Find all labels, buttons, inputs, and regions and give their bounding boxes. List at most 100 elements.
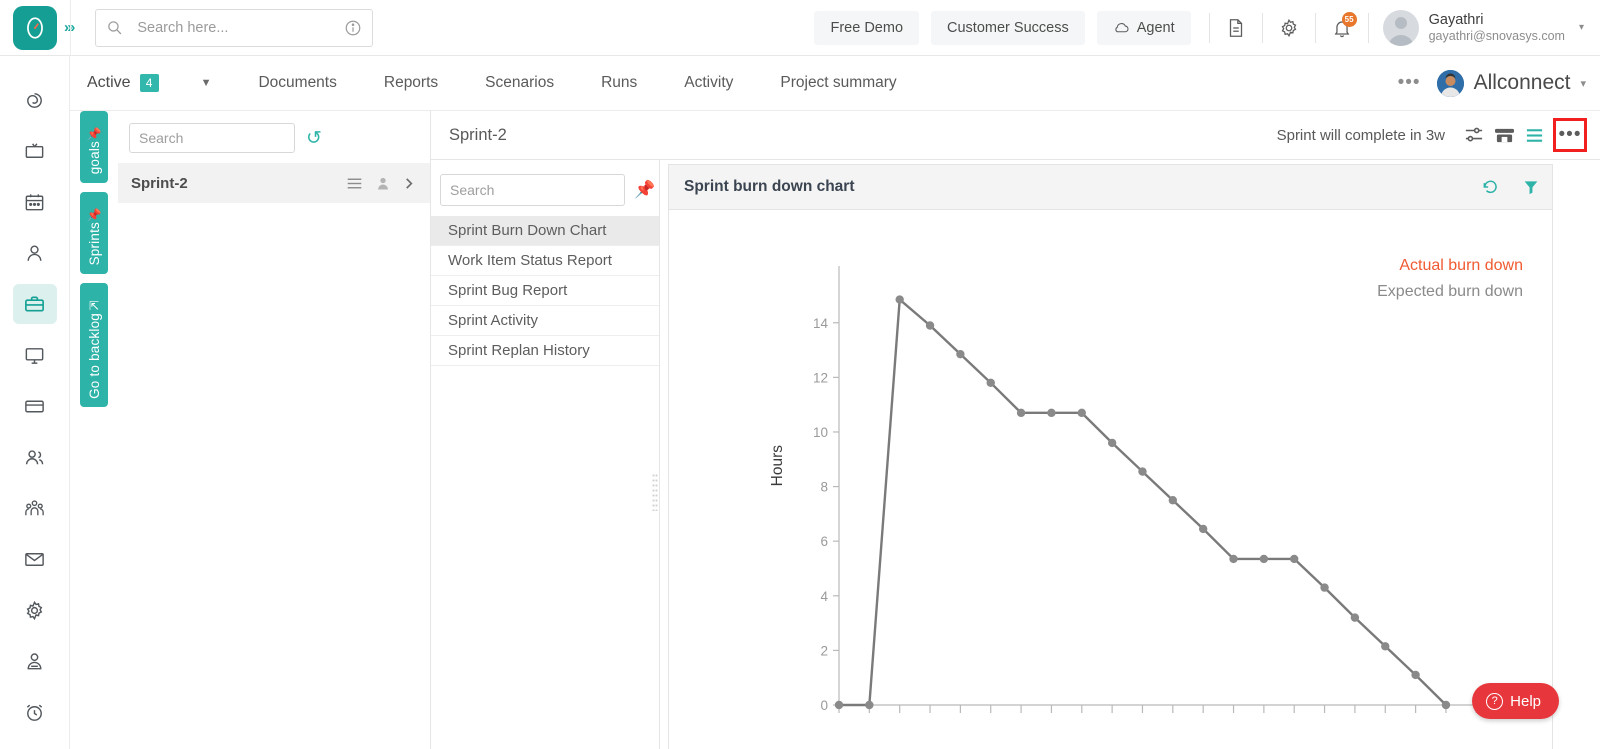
document-icon[interactable]	[1216, 8, 1256, 48]
org-avatar[interactable]	[1436, 69, 1464, 97]
tab-project-summary[interactable]: Project summary	[780, 74, 896, 92]
sidebar-item-account[interactable]	[13, 641, 57, 681]
tab-scenarios[interactable]: Scenarios	[485, 74, 554, 92]
pin-icon[interactable]: 📌	[634, 180, 655, 200]
sidebar-item-people[interactable]	[13, 437, 57, 477]
app-logo[interactable]	[13, 5, 57, 50]
monitor-icon	[25, 347, 44, 364]
org-name[interactable]: Allconnect	[1474, 71, 1571, 95]
org-caret-icon[interactable]: ▾	[1580, 77, 1586, 90]
sidebar-item-mail[interactable]	[13, 539, 57, 579]
report-item-work-item-status-report[interactable]: Work Item Status Report	[431, 246, 659, 276]
sprint-search-row: ↺	[118, 111, 430, 163]
nav-more-icon[interactable]: •••	[1398, 72, 1421, 94]
left-rail	[0, 56, 70, 749]
person-icon[interactable]	[375, 175, 391, 192]
info-circle-icon[interactable]	[344, 19, 362, 37]
report-item-label: Sprint Replan History	[448, 342, 590, 359]
free-demo-button[interactable]: Free Demo	[814, 10, 920, 45]
global-search[interactable]	[95, 8, 374, 47]
chart-legend: Actual burn down Expected burn down	[1377, 253, 1523, 305]
panel-splitter-handle[interactable]	[650, 472, 660, 512]
sprint-detail-header: Sprint-2 Sprint will complete in 3w •••	[431, 111, 1600, 160]
user-menu-caret-icon[interactable]: ▾	[1579, 22, 1584, 33]
avatar[interactable]	[1382, 9, 1419, 46]
board-view-icon[interactable]	[1489, 120, 1519, 150]
tab-documents[interactable]: Documents	[258, 74, 336, 92]
sidebar-item-dashboard[interactable]	[13, 80, 57, 120]
report-search-input[interactable]	[440, 174, 625, 206]
logo-divider	[70, 0, 71, 56]
bell-icon[interactable]: 55	[1322, 8, 1362, 48]
list-view-icon[interactable]	[1519, 120, 1549, 150]
list-icon[interactable]	[346, 176, 363, 191]
briefcase-icon	[25, 295, 44, 312]
active-count-badge: 4	[139, 74, 159, 92]
app-root: »› Free Demo Customer Success Agent	[0, 0, 1600, 749]
svg-text:12: 12	[813, 370, 828, 385]
y-axis-label: Hours	[769, 445, 786, 487]
chevron-right-icon[interactable]	[403, 176, 416, 191]
credit-card-icon	[25, 400, 44, 412]
sidebar-item-projects[interactable]	[12, 284, 57, 324]
toolbar-divider-3	[1314, 12, 1316, 43]
agent-button[interactable]: Agent	[1096, 10, 1191, 45]
gear-icon[interactable]	[1269, 8, 1309, 48]
report-list-panel: 📌 Sprint Burn Down Chart Work Item Statu…	[431, 160, 660, 749]
more-options-button[interactable]: •••	[1553, 118, 1587, 152]
report-item-sprint-activity[interactable]: Sprint Activity	[431, 306, 659, 336]
calendar-icon	[25, 193, 44, 210]
legend-expected-burn-down[interactable]: Expected burn down	[1377, 279, 1523, 305]
chart-panel: Sprint burn down chart Actual burn down …	[668, 164, 1553, 749]
refresh-icon[interactable]	[1481, 178, 1500, 197]
tab-reports[interactable]: Reports	[384, 74, 438, 92]
chevron-down-icon[interactable]: ▼	[201, 77, 212, 89]
sidebar-item-board[interactable]	[13, 131, 57, 171]
report-item-label: Sprint Burn Down Chart	[448, 222, 607, 239]
sidebar-item-timer[interactable]	[13, 692, 57, 732]
search-icon	[108, 21, 122, 35]
customer-success-button[interactable]: Customer Success	[931, 10, 1085, 45]
sidebar-item-calendar[interactable]	[13, 182, 57, 222]
help-label: Help	[1510, 692, 1541, 710]
sprint-list-item[interactable]: Sprint-2	[118, 163, 430, 203]
sprint-search-input[interactable]	[129, 123, 295, 153]
sidebar-item-profile[interactable]	[13, 233, 57, 273]
legend-actual-burn-down[interactable]: Actual burn down	[1377, 253, 1523, 279]
nav-right-group: ••• Allconnect ▾	[1398, 69, 1600, 97]
report-item-sprint-burn-down-chart[interactable]: Sprint Burn Down Chart	[431, 216, 659, 246]
report-item-sprint-replan-history[interactable]: Sprint Replan History	[431, 336, 659, 366]
sprint-status-text: Sprint will complete in 3w	[1276, 126, 1445, 144]
vtab-go-to-backlog[interactable]: Go to backlog ⇱	[80, 283, 108, 407]
sidebar-item-monitor[interactable]	[13, 335, 57, 375]
tab-runs[interactable]: Runs	[601, 74, 637, 92]
gear-icon	[26, 600, 43, 620]
double-chevron-right-icon[interactable]: »›	[64, 19, 75, 36]
report-item-sprint-bug-report[interactable]: Sprint Bug Report	[431, 276, 659, 306]
sidebar-item-billing[interactable]	[13, 386, 57, 426]
arrow-up-icon: ⇱	[88, 298, 100, 313]
vtab-goals[interactable]: goals 📌	[80, 111, 108, 183]
toolbar-divider-4	[1367, 12, 1369, 43]
sidebar-item-settings[interactable]	[13, 590, 57, 630]
envelope-icon	[25, 552, 44, 566]
user-email: gayathri@snovasys.com	[1428, 28, 1565, 43]
org-avatar-icon	[1436, 69, 1464, 97]
user-avatar-icon	[1387, 16, 1414, 46]
cloud-icon	[1115, 23, 1129, 33]
search-input[interactable]	[123, 19, 345, 36]
funnel-icon[interactable]	[1522, 178, 1540, 196]
free-demo-label: Free Demo	[830, 19, 904, 36]
filter-sliders-icon[interactable]	[1459, 120, 1489, 150]
pin-icon: 📌	[86, 207, 102, 222]
tab-activity[interactable]: Activity	[684, 74, 733, 92]
sprint-header-actions: Sprint will complete in 3w •••	[1277, 118, 1590, 152]
refresh-icon[interactable]: ↺	[306, 127, 322, 150]
vtab-sprints[interactable]: Sprints 📌	[80, 192, 108, 274]
vtab-sprints-label: Sprints	[86, 221, 102, 266]
svg-text:8: 8	[820, 480, 828, 495]
sprint-name: Sprint-2	[131, 174, 188, 192]
sidebar-item-teams[interactable]	[13, 488, 57, 528]
user-info[interactable]: Gayathri gayathri@snovasys.com	[1429, 11, 1565, 45]
help-button[interactable]: ? Help	[1472, 683, 1559, 719]
